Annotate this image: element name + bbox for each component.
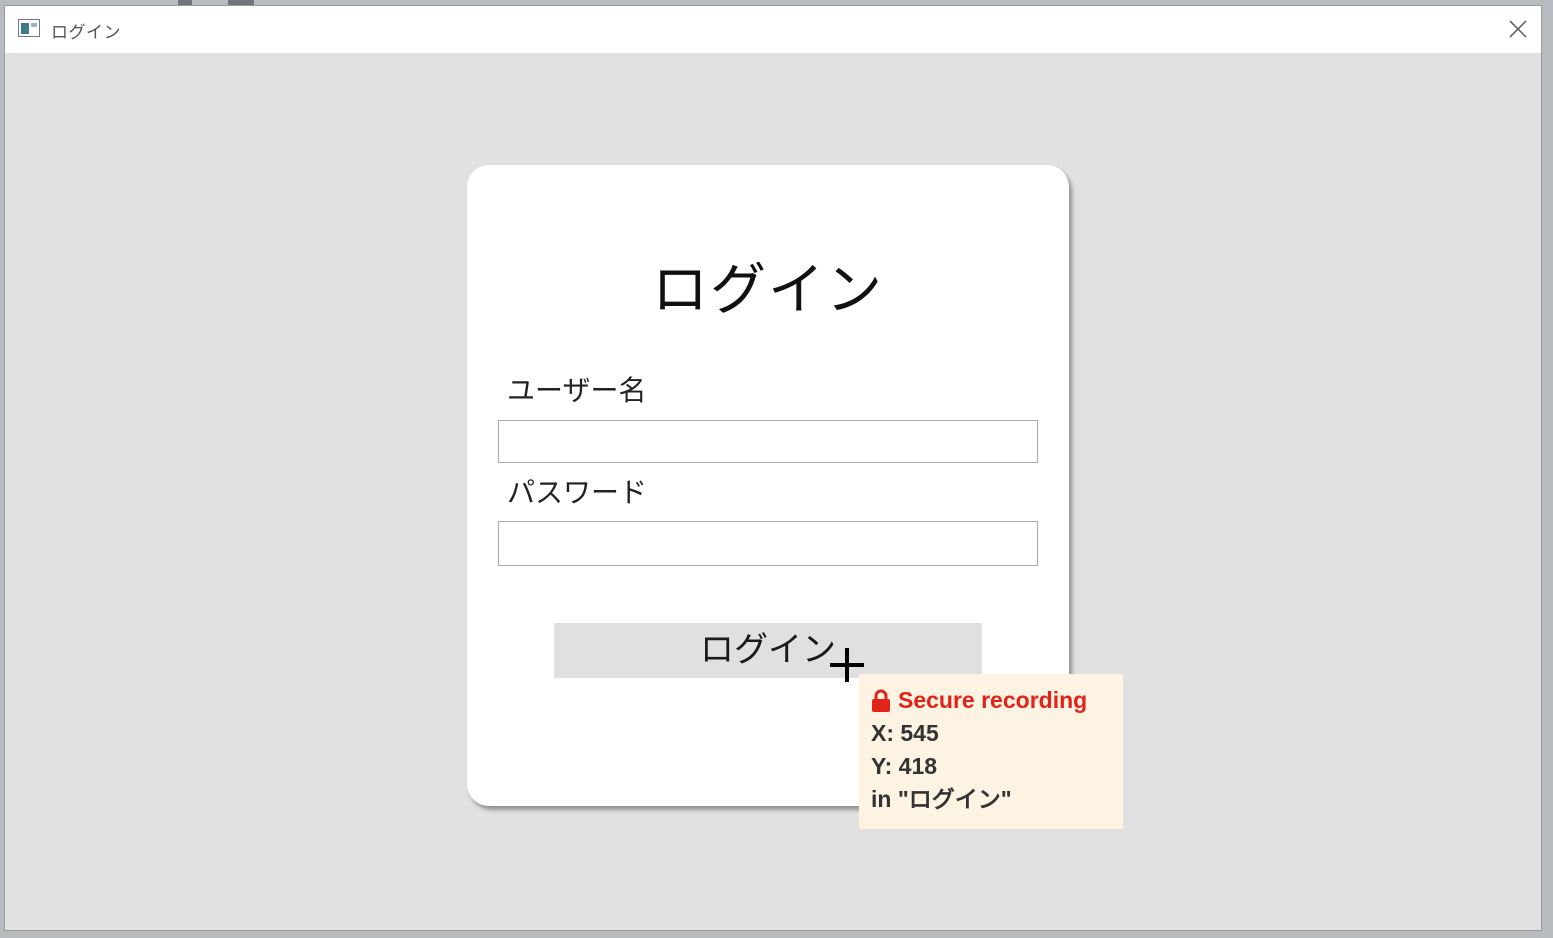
cursor-x-readout: X: 545 [871,720,939,746]
title-bar: ログイン [5,6,1541,53]
lock-icon [872,689,890,712]
login-button[interactable]: ログイン [554,623,982,678]
username-label: ユーザー名 [507,374,647,407]
password-label: パスワード [507,476,648,509]
window-title: ログイン [51,23,121,43]
app-window-icon [18,19,40,37]
password-input[interactable] [498,521,1038,566]
close-button[interactable] [1505,16,1531,42]
cursor-y-readout: Y: 418 [871,753,938,779]
login-heading: ログイン [652,258,884,323]
username-input[interactable] [498,420,1038,463]
close-icon [1509,20,1527,38]
secure-recording-text: Secure recording [898,687,1088,713]
secure-recording-status: Secure recording [871,684,1111,717]
recording-tooltip: Secure recording X: 545 Y: 418 in "ログイン" [859,674,1123,829]
target-element-readout: in "ログイン" [871,786,1012,812]
